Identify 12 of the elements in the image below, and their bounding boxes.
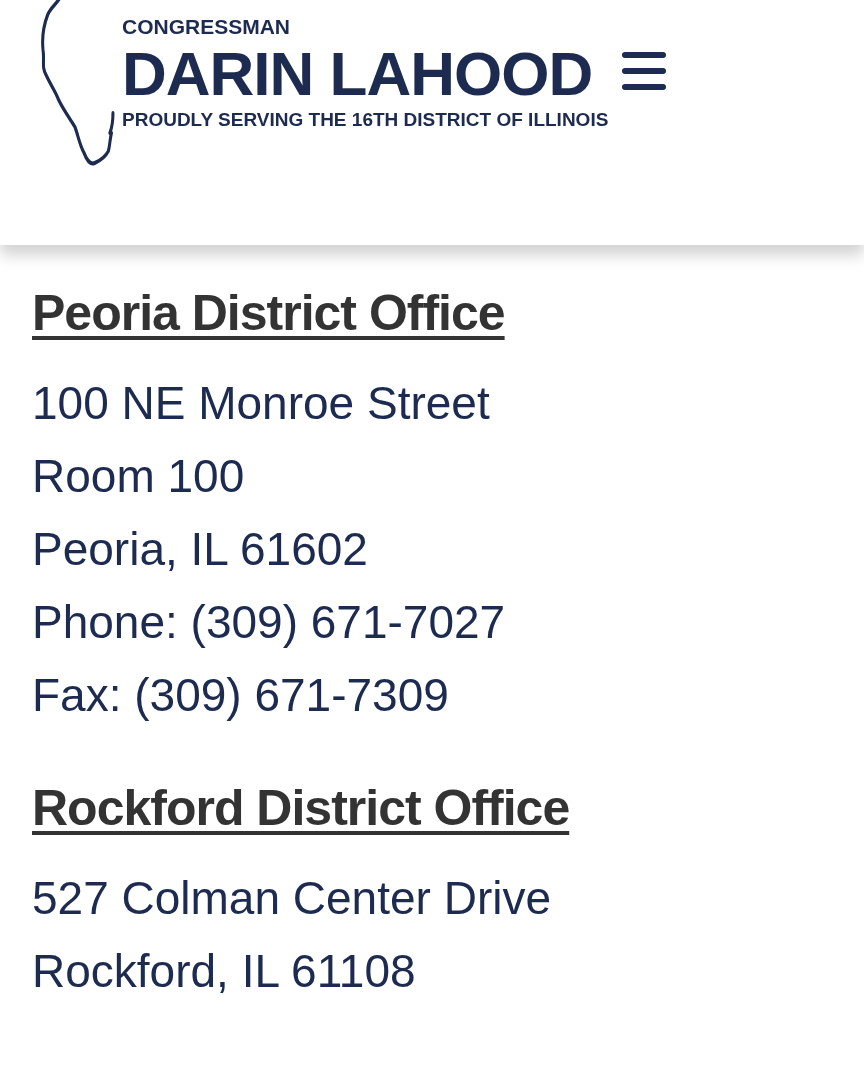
logo-tagline: PROUDLY SERVING THE 16TH DISTRICT OF ILLINOIS (122, 108, 609, 132)
address-line: 100 NE Monroe Street (32, 376, 491, 431)
address-line: Room 100 (32, 449, 246, 504)
logo-eyebrow: CONGRESSMAN (122, 14, 291, 40)
office-heading: Peoria District Office (32, 284, 506, 343)
address-line: 527 Colman Center Drive (32, 871, 552, 926)
office-heading: Rockford District Office (32, 779, 571, 838)
address-line: Phone: (309) 671-7027 (32, 595, 507, 650)
address-line: Fax: (309) 671-7309 (32, 668, 450, 723)
address-line: Peoria, IL 61602 (32, 522, 369, 577)
logo-name: DARIN LAHOOD (122, 40, 594, 108)
address-line: Rockford, IL 61108 (32, 944, 417, 999)
